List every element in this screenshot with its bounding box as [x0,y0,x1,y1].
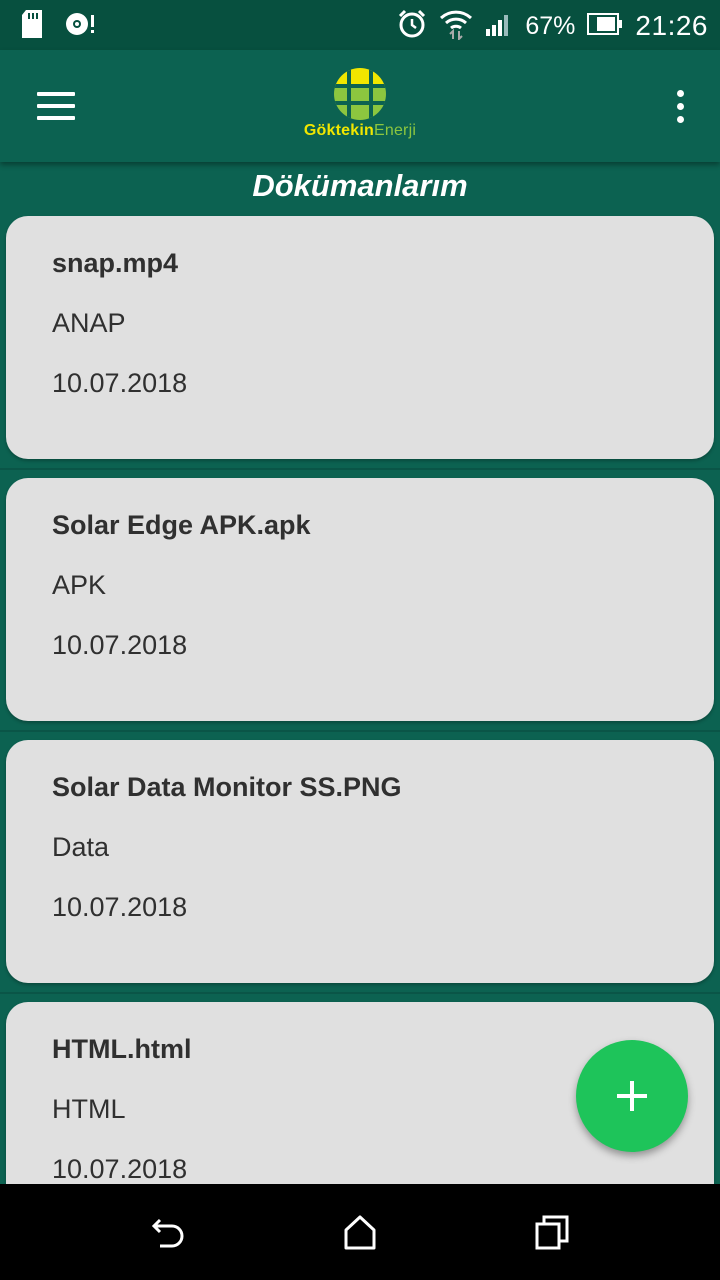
document-card[interactable]: Solar Edge APK.apk APK 10.07.2018 [6,478,714,721]
home-icon[interactable] [338,1212,382,1252]
sync-icon [64,9,96,44]
document-card[interactable]: Solar Data Monitor SS.PNG Data 10.07.201… [6,740,714,983]
alarm-icon [397,9,427,44]
navigation-bar [0,1184,720,1280]
document-card[interactable]: snap.mp4 ANAP 10.07.2018 [6,216,714,459]
signal-icon [485,11,513,42]
recents-icon[interactable] [530,1212,574,1252]
document-date: 10.07.2018 [52,1154,188,1184]
logo-text: GöktekinEnerji [286,122,434,140]
status-bar: 67% 21:26 [0,0,720,50]
hamburger-menu-icon[interactable] [30,86,82,126]
app-logo: GöktekinEnerji [286,66,434,146]
battery-icon [587,12,623,40]
add-document-button[interactable] [576,1040,688,1152]
clock: 21:26 [635,10,708,41]
sd-card-icon [20,9,44,44]
page-title: Dökümanlarım [252,168,468,203]
battery-percent: 67% [525,11,576,40]
document-date: 10.07.2018 [52,368,188,398]
document-name: snap.mp4 [52,248,179,278]
document-category: Data [52,832,110,862]
document-name: HTML.html [52,1034,192,1064]
document-date: 10.07.2018 [52,630,188,660]
document-date: 10.07.2018 [52,892,188,922]
document-category: HTML [52,1094,126,1124]
divider [0,468,720,470]
globe-icon [334,68,386,120]
divider [0,992,720,994]
document-name: Solar Data Monitor SS.PNG [52,772,402,802]
more-vertical-icon[interactable] [668,82,692,130]
logo-text-enerji: Enerji [373,122,417,139]
document-category: ANAP [52,308,126,338]
wifi-icon [439,8,473,45]
back-icon[interactable] [146,1212,190,1252]
document-name: Solar Edge APK.apk [52,510,311,540]
app-bar: GöktekinEnerji [0,50,720,162]
divider [0,730,720,732]
document-category: APK [52,570,107,600]
logo-text-goktekin: Göktekin [303,122,374,139]
